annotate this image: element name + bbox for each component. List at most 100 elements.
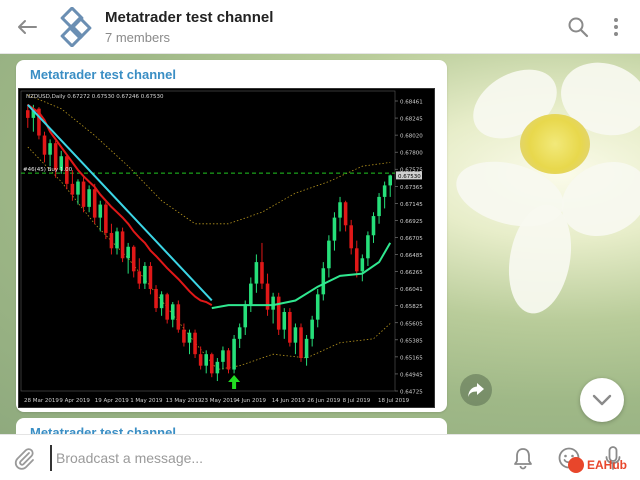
candle-body <box>53 143 58 171</box>
y-tick-label: 0.66265 <box>400 270 423 276</box>
candle-body <box>332 217 337 241</box>
y-tick-label: 0.65165 <box>400 355 423 361</box>
candle-body <box>260 262 264 284</box>
candle-body <box>182 329 186 343</box>
share-button[interactable] <box>460 374 492 406</box>
y-tick-label: 0.64725 <box>400 390 423 396</box>
message-bubble[interactable]: Metatrader test channel <box>16 418 447 434</box>
share-arrow-icon <box>468 383 484 397</box>
candle-body <box>48 143 52 155</box>
candle-body <box>321 268 326 295</box>
y-tick-label: 0.68461 <box>400 100 423 106</box>
message-author[interactable]: Metatrader test channel <box>30 67 176 82</box>
x-tick-label: 1 May 2019 <box>130 398 163 404</box>
candle-body <box>371 216 376 236</box>
candle-body <box>343 202 348 226</box>
candle-body <box>349 225 353 249</box>
channel-title[interactable]: Metatrader test channel <box>105 9 273 26</box>
candle-body <box>271 296 275 310</box>
chart-image[interactable]: 0.68461 0.68245 0.68020 0.67800 0.67575 0.673… <box>18 88 435 408</box>
channel-logo-icon <box>60 6 92 48</box>
candle-body <box>204 354 208 366</box>
candle-body <box>293 327 298 343</box>
chart-frame <box>20 90 396 392</box>
message-input[interactable] <box>50 445 480 471</box>
candle-body <box>115 231 119 249</box>
moving-average-line <box>211 242 392 310</box>
candle-body <box>315 294 320 320</box>
channel-avatar[interactable] <box>56 6 96 48</box>
chat-header: Metatrader test channel 7 members <box>0 0 640 54</box>
back-button[interactable] <box>12 14 42 40</box>
x-tick-label: 18 Jul 2019 <box>378 398 410 404</box>
candle-body <box>354 248 359 272</box>
candle-body <box>81 181 86 207</box>
candle-body <box>288 311 292 343</box>
message-author[interactable]: Metatrader test channel <box>30 425 176 434</box>
candle-body <box>165 294 169 320</box>
candle-body <box>109 232 114 249</box>
y-tick-label: 0.65825 <box>400 304 423 310</box>
y-tick-label: 0.67365 <box>400 185 423 191</box>
candle-body <box>70 183 75 195</box>
message-bubble[interactable]: Metatrader test channel 0.68461 0.68245 0.… <box>16 60 447 412</box>
candle-body <box>388 175 392 186</box>
candle-body <box>299 327 303 359</box>
candle-body <box>377 196 381 217</box>
order-annotation: #46(45) Buy 1.00 <box>23 167 73 173</box>
more-vertical-icon <box>614 18 618 36</box>
current-price-label: 0.67530 <box>398 174 421 180</box>
candle-body <box>226 350 231 370</box>
candle-body <box>215 361 220 374</box>
candle-body <box>42 135 47 155</box>
candle-body <box>148 265 153 289</box>
price-chart: 0.684610.682450.680200.678000.675750.673… <box>20 90 423 404</box>
candle-body <box>131 246 136 272</box>
candle-body <box>143 265 147 284</box>
attach-button[interactable] <box>12 446 36 470</box>
x-tick-label: 14 Jun 2019 <box>272 398 306 404</box>
watermark-text: EAHub <box>587 458 627 472</box>
y-tick-label: 0.64945 <box>400 372 423 378</box>
candle-body <box>126 246 130 259</box>
trend-line <box>27 104 213 302</box>
y-tick-label: 0.67800 <box>400 151 423 157</box>
buy-arrow-icon <box>228 375 241 389</box>
candle-body <box>237 327 242 339</box>
bell-icon <box>514 448 532 470</box>
candle-body <box>198 354 203 366</box>
search-button[interactable] <box>566 15 590 39</box>
paperclip-icon <box>14 448 34 470</box>
envelope-lower-line <box>27 146 391 370</box>
y-tick-label: 0.66485 <box>400 253 423 259</box>
candle-body <box>366 235 370 259</box>
x-tick-label: 8 Jul 2019 <box>343 398 371 404</box>
candle-body <box>243 304 248 328</box>
background-flower-center <box>520 114 590 174</box>
candle-body <box>254 262 259 284</box>
x-tick-label: 28 Mar 2019 <box>24 398 59 404</box>
watermark-logo-icon <box>568 457 584 473</box>
notifications-button[interactable] <box>512 446 534 470</box>
candle-body <box>304 338 309 359</box>
candle-body <box>210 354 214 374</box>
candle-body <box>338 202 342 218</box>
y-tick-label: 0.68245 <box>400 117 423 123</box>
chevron-down-icon <box>592 394 612 406</box>
candle-body <box>327 240 331 269</box>
scroll-down-button[interactable] <box>580 378 624 422</box>
candle-body <box>170 304 175 320</box>
candle-body <box>154 288 158 309</box>
y-tick-label: 0.66041 <box>400 287 423 293</box>
more-menu-button[interactable] <box>606 15 626 39</box>
x-tick-label: 19 Apr 2019 <box>95 398 130 404</box>
chart-title: NZDUSD,Daily 0.67272 0.67530 0.67246 0.6… <box>26 94 164 100</box>
watermark: EAHub <box>568 454 634 476</box>
x-tick-label: 23 May 2019 <box>201 398 237 404</box>
x-tick-label: 4 Jun 2019 <box>236 398 266 404</box>
y-tick-label: 0.68020 <box>400 134 423 140</box>
candle-body <box>249 283 253 305</box>
candle-body <box>76 181 80 195</box>
candle-body <box>221 350 225 362</box>
y-tick-label: 0.65385 <box>400 338 423 344</box>
